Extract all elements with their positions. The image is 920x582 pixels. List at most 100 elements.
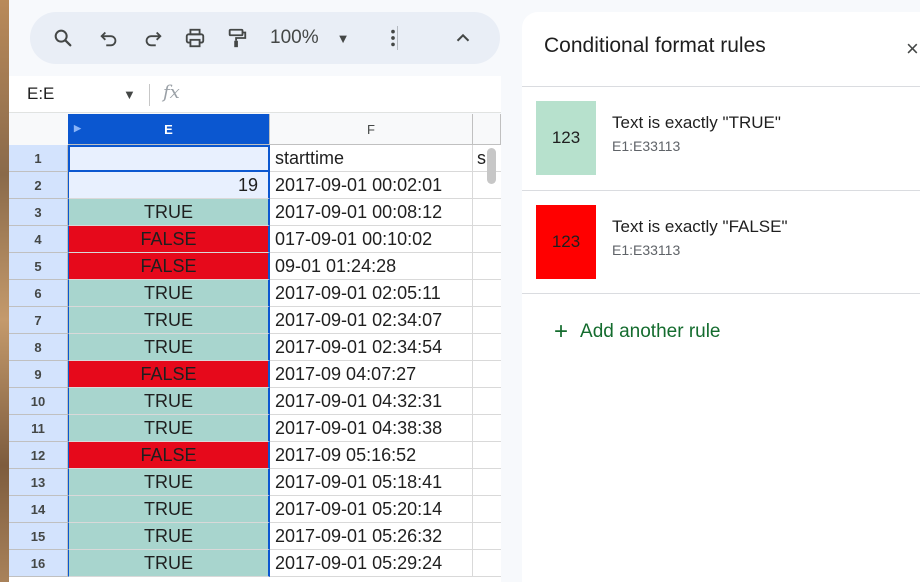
cell-e[interactable]: TRUE <box>68 334 270 361</box>
zoom-value: 100% <box>270 27 319 48</box>
cell-g[interactable] <box>473 388 501 415</box>
redo-icon[interactable] <box>142 22 164 54</box>
table-row: 3 TRUE 2017-09-01 00:08:12 <box>9 199 501 226</box>
formula-divider <box>149 84 150 106</box>
row-header[interactable]: 10 <box>9 388 68 415</box>
chevron-up-icon[interactable] <box>452 22 474 54</box>
table-row: 4 FALSE 017-09-01 00:10:02 <box>9 226 501 253</box>
cell-f[interactable]: 2017-09-01 00:08:12 <box>270 199 473 226</box>
rule-item[interactable]: 123 Text is exactly "TRUE" E1:E33113 <box>522 87 920 190</box>
row-header[interactable]: 8 <box>9 334 68 361</box>
cell-g[interactable] <box>473 199 501 226</box>
row-header[interactable]: 14 <box>9 496 68 523</box>
cell-g[interactable] <box>473 253 501 280</box>
chevron-down-icon[interactable]: ▼ <box>123 87 136 102</box>
rule-condition: Text is exactly "TRUE" <box>612 113 781 132</box>
paint-format-icon[interactable] <box>226 22 248 54</box>
close-icon[interactable]: × <box>906 36 919 62</box>
cell-e[interactable]: TRUE <box>68 415 270 442</box>
vertical-scrollbar[interactable] <box>487 148 496 184</box>
zoom-select[interactable]: 100% ▼ <box>270 22 349 54</box>
table-row: 8 TRUE 2017-09-01 02:34:54 <box>9 334 501 361</box>
cell-f[interactable]: 017-09-01 00:10:02 <box>270 226 473 253</box>
cell-e[interactable] <box>68 145 270 172</box>
cell-f[interactable]: 2017-09-01 05:29:24 <box>270 550 473 577</box>
row-header[interactable]: 1 <box>9 145 68 172</box>
divider <box>522 293 920 294</box>
cell-e[interactable]: FALSE <box>68 361 270 388</box>
row-header[interactable]: 4 <box>9 226 68 253</box>
rule-item[interactable]: 123 Text is exactly "FALSE" E1:E33113 <box>522 191 920 294</box>
add-rule-label: Add another rule <box>580 321 721 342</box>
row-header[interactable]: 9 <box>9 361 68 388</box>
cell-f[interactable]: 09-01 01:24:28 <box>270 253 473 280</box>
cell-f[interactable]: 2017-09-01 05:20:14 <box>270 496 473 523</box>
add-another-rule-button[interactable]: + Add another rule <box>554 320 721 344</box>
cell-f[interactable]: 2017-09 05:16:52 <box>270 442 473 469</box>
table-row: 6 TRUE 2017-09-01 02:05:11 <box>9 280 501 307</box>
row-header[interactable]: 2 <box>9 172 68 199</box>
rule-range: E1:E33113 <box>612 138 681 154</box>
table-row: 2 19 2017-09-01 00:02:01 <box>9 172 501 199</box>
cell-f[interactable]: starttime <box>270 145 473 172</box>
cell-e[interactable]: FALSE <box>68 253 270 280</box>
cell-g[interactable] <box>473 415 501 442</box>
cell-f[interactable]: 2017-09-01 05:26:32 <box>270 523 473 550</box>
cell-f[interactable]: 2017-09-01 00:02:01 <box>270 172 473 199</box>
row-header[interactable]: 3 <box>9 199 68 226</box>
row-header[interactable]: 6 <box>9 280 68 307</box>
cell-g[interactable] <box>473 442 501 469</box>
cell-e[interactable]: FALSE <box>68 442 270 469</box>
row-header[interactable]: 15 <box>9 523 68 550</box>
more-vert-icon[interactable] <box>382 22 404 54</box>
table-row: 12 FALSE 2017-09 05:16:52 <box>9 442 501 469</box>
row-header[interactable]: 11 <box>9 415 68 442</box>
column-header-f[interactable]: F <box>270 114 473 145</box>
cell-e[interactable]: TRUE <box>68 523 270 550</box>
search-icon[interactable] <box>52 22 74 54</box>
cell-g[interactable] <box>473 469 501 496</box>
cell-f[interactable]: 2017-09-01 04:38:38 <box>270 415 473 442</box>
cell-e[interactable]: FALSE <box>68 226 270 253</box>
cell-e[interactable]: 19 <box>68 172 270 199</box>
print-icon[interactable] <box>184 22 206 54</box>
row-header[interactable]: 13 <box>9 469 68 496</box>
select-all-corner[interactable] <box>9 114 69 146</box>
column-header-g[interactable] <box>473 114 501 145</box>
cell-g[interactable] <box>473 307 501 334</box>
cell-f[interactable]: 2017-09-01 02:34:07 <box>270 307 473 334</box>
cell-f[interactable]: 2017-09-01 05:18:41 <box>270 469 473 496</box>
cell-g[interactable] <box>473 226 501 253</box>
row-header[interactable]: 7 <box>9 307 68 334</box>
toolbar: 100% ▼ <box>30 12 500 64</box>
cell-f[interactable]: 2017-09-01 02:05:11 <box>270 280 473 307</box>
row-header[interactable]: 5 <box>9 253 68 280</box>
cell-g[interactable] <box>473 280 501 307</box>
cell-f[interactable]: 2017-09-01 02:34:54 <box>270 334 473 361</box>
cell-e[interactable]: TRUE <box>68 469 270 496</box>
cell-e[interactable]: TRUE <box>68 388 270 415</box>
column-header-e[interactable]: ▶ E <box>68 114 270 145</box>
cell-g[interactable] <box>473 361 501 388</box>
cell-g[interactable] <box>473 550 501 577</box>
formula-bar: E:E ▼ fx <box>9 76 501 113</box>
desktop-background-strip <box>0 0 9 582</box>
row-header[interactable]: 12 <box>9 442 68 469</box>
table-row: 16 TRUE 2017-09-01 05:29:24 <box>9 550 501 577</box>
cell-e[interactable]: TRUE <box>68 496 270 523</box>
undo-icon[interactable] <box>98 22 120 54</box>
cell-e[interactable]: TRUE <box>68 307 270 334</box>
cell-e[interactable]: TRUE <box>68 199 270 226</box>
row-header[interactable]: 16 <box>9 550 68 577</box>
cell-g[interactable] <box>473 523 501 550</box>
cell-e[interactable]: TRUE <box>68 280 270 307</box>
cell-f[interactable]: 2017-09-01 04:32:31 <box>270 388 473 415</box>
cell-e[interactable]: TRUE <box>68 550 270 577</box>
cell-g[interactable] <box>473 334 501 361</box>
cell-f[interactable]: 2017-09 04:07:27 <box>270 361 473 388</box>
column-label: F <box>367 121 375 137</box>
column-drag-handle-icon: ▶ <box>74 123 81 133</box>
cell-g[interactable] <box>473 496 501 523</box>
name-box[interactable]: E:E <box>27 84 54 104</box>
plus-icon: + <box>554 318 569 345</box>
